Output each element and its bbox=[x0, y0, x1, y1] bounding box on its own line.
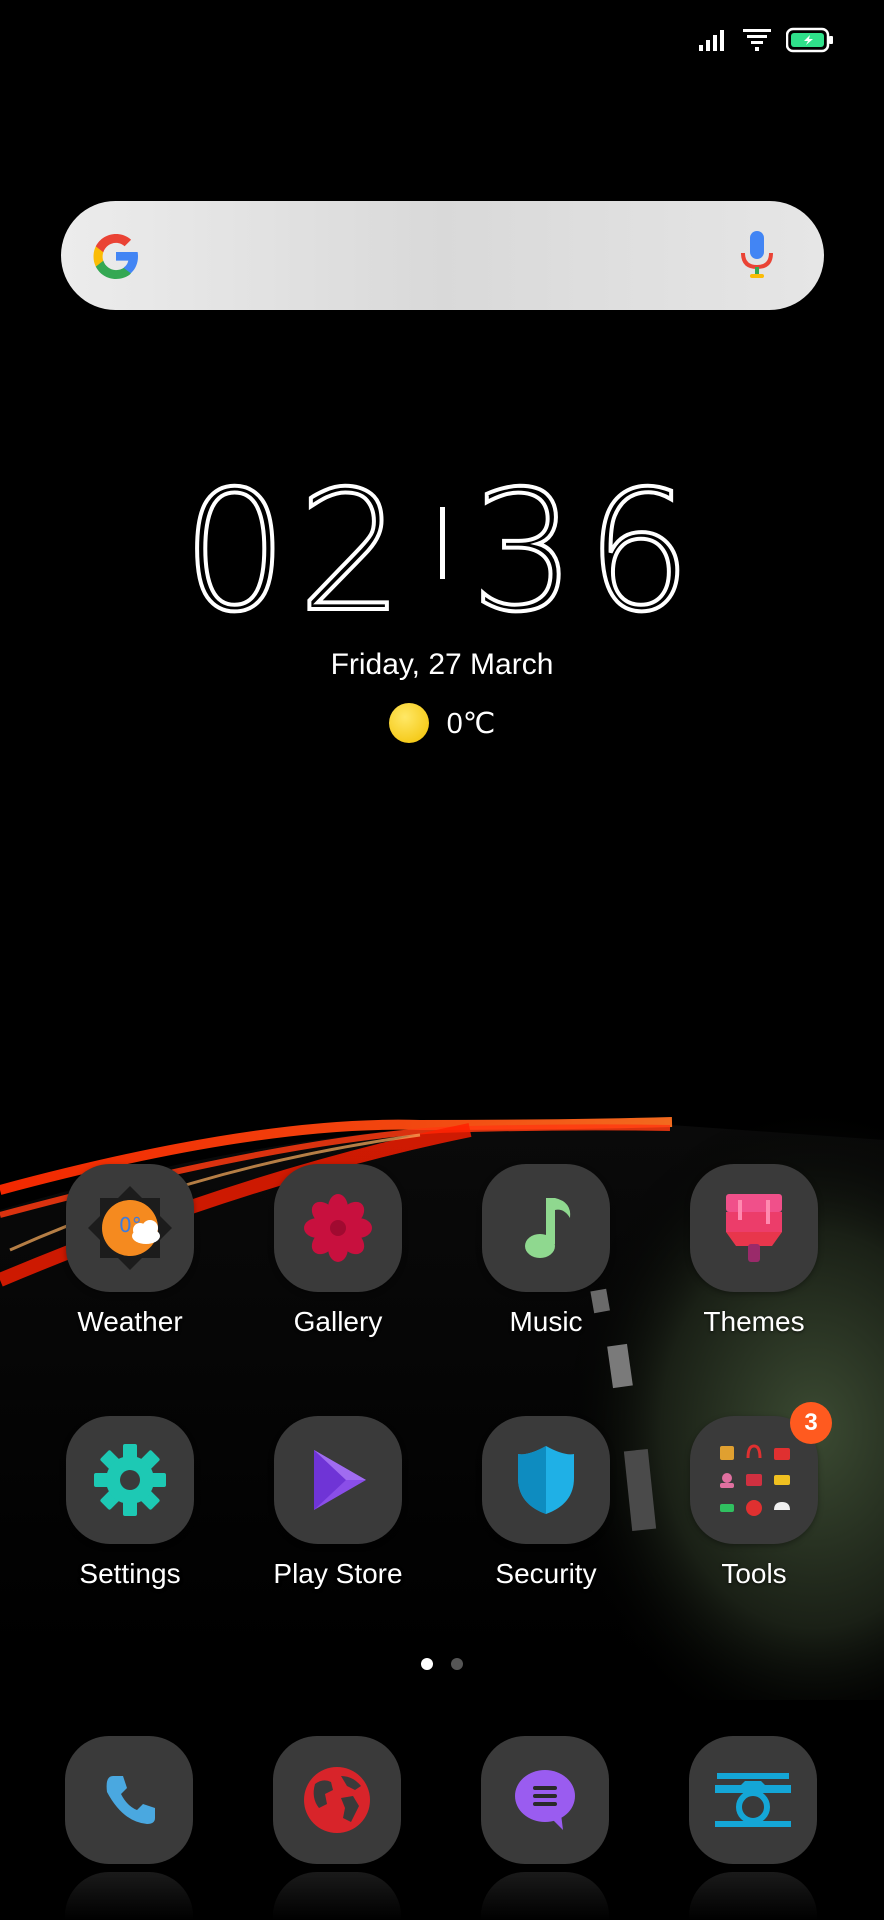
tools-folder-tile: 3 bbox=[690, 1402, 832, 1544]
dock-reflection bbox=[273, 1872, 401, 1920]
dock-reflection bbox=[689, 1872, 817, 1920]
notification-badge: 3 bbox=[790, 1402, 832, 1444]
temperature: 0℃ bbox=[446, 707, 496, 740]
app-security[interactable]: Security bbox=[456, 1416, 636, 1590]
app-tools-folder[interactable]: 3 Tools bbox=[664, 1402, 844, 1590]
date-label[interactable]: Friday, 27 March bbox=[0, 648, 884, 682]
phone-icon bbox=[106, 1776, 155, 1824]
gallery-tile bbox=[274, 1164, 402, 1292]
clock-hours: 02 bbox=[180, 456, 414, 649]
dock-reflection bbox=[481, 1872, 609, 1920]
google-search-bar[interactable] bbox=[61, 201, 824, 310]
dock-camera[interactable] bbox=[689, 1736, 817, 1864]
app-play-store[interactable]: Play Store bbox=[248, 1416, 428, 1590]
music-note-icon bbox=[525, 1198, 571, 1258]
clock-separator bbox=[439, 507, 445, 579]
settings-tile bbox=[66, 1416, 194, 1544]
app-label: Settings bbox=[79, 1558, 181, 1589]
camera-icon bbox=[715, 1773, 791, 1827]
app-themes[interactable]: Themes bbox=[664, 1164, 844, 1338]
signal-icon bbox=[699, 30, 724, 51]
browser-globe-icon bbox=[304, 1767, 370, 1833]
app-settings[interactable]: Settings bbox=[40, 1416, 220, 1590]
themes-brush-icon bbox=[726, 1194, 782, 1262]
dock-browser[interactable] bbox=[273, 1736, 401, 1864]
dock-reflection bbox=[65, 1872, 193, 1920]
messages-icon bbox=[515, 1770, 575, 1830]
tools-folder-icon bbox=[720, 1444, 790, 1516]
weather-icon: 0° bbox=[88, 1186, 172, 1270]
themes-tile bbox=[690, 1164, 818, 1292]
app-label: Security bbox=[495, 1558, 597, 1589]
home-screen: 02 36 Friday, 27 March 0℃ 0° Weather Gal… bbox=[0, 0, 884, 1920]
app-label: Play Store bbox=[273, 1558, 403, 1589]
page-dot[interactable] bbox=[451, 1658, 463, 1670]
shield-icon bbox=[518, 1446, 574, 1514]
gallery-icon bbox=[304, 1194, 372, 1262]
battery-charging-icon bbox=[786, 27, 833, 53]
music-tile bbox=[482, 1164, 610, 1292]
page-dot-active[interactable] bbox=[421, 1658, 433, 1670]
clock-widget[interactable]: 02 36 bbox=[0, 456, 884, 649]
app-label: Gallery bbox=[293, 1306, 383, 1337]
play-store-icon bbox=[314, 1450, 366, 1510]
gear-icon bbox=[94, 1444, 166, 1516]
sun-icon bbox=[388, 703, 429, 743]
play-store-tile bbox=[274, 1416, 402, 1544]
page-indicator[interactable] bbox=[0, 1658, 884, 1670]
app-music[interactable]: Music bbox=[456, 1164, 636, 1338]
mic-icon[interactable] bbox=[738, 229, 776, 283]
wifi-icon bbox=[743, 29, 771, 51]
app-label: Music bbox=[509, 1306, 583, 1337]
google-logo bbox=[93, 234, 138, 279]
clock-time: 02 36 bbox=[0, 456, 884, 649]
weather-widget[interactable]: 0℃ bbox=[0, 703, 884, 743]
app-gallery[interactable]: Gallery bbox=[248, 1164, 428, 1338]
app-weather[interactable]: 0° Weather bbox=[40, 1164, 220, 1338]
app-label: Themes bbox=[703, 1306, 805, 1337]
dock-phone[interactable] bbox=[65, 1736, 193, 1864]
dock-messages[interactable] bbox=[481, 1736, 609, 1864]
app-label: Tools bbox=[721, 1558, 787, 1589]
app-label: Weather bbox=[77, 1306, 183, 1337]
security-tile bbox=[482, 1416, 610, 1544]
weather-tile: 0° bbox=[66, 1164, 194, 1292]
clock-minutes: 36 bbox=[468, 456, 702, 649]
status-bar bbox=[698, 22, 834, 58]
